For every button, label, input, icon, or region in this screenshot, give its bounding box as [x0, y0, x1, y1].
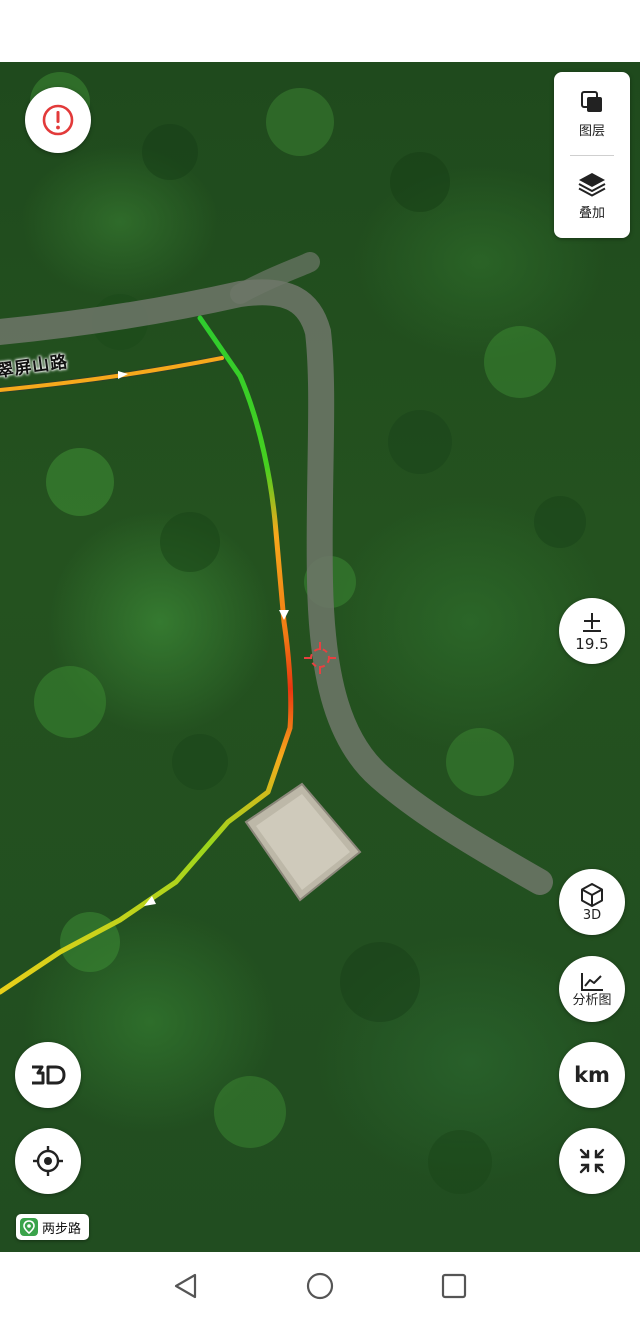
analysis-chart-button[interactable]: 分析图	[559, 956, 625, 1022]
system-nav-bar	[0, 1252, 640, 1320]
locate-button[interactable]	[15, 1128, 81, 1194]
recents-button[interactable]	[434, 1266, 474, 1306]
overlay-button[interactable]: 叠加	[554, 156, 630, 236]
zoom-level: 19.5	[575, 635, 609, 653]
collapse-button[interactable]	[559, 1128, 625, 1194]
recents-square-icon	[441, 1273, 467, 1299]
collapse-arrows-icon	[579, 1148, 605, 1174]
3d-view-button[interactable]: 3D	[559, 869, 625, 935]
layers-button[interactable]: 图层	[554, 74, 630, 154]
back-button[interactable]	[166, 1266, 206, 1306]
layers-icon	[581, 91, 602, 112]
back-triangle-icon	[174, 1273, 197, 1299]
forest-texture	[30, 72, 586, 1194]
analysis-chart-label: 分析图	[572, 992, 612, 1008]
cube-icon	[581, 882, 603, 907]
brand-label: 两步路	[42, 1221, 82, 1237]
3d-mode-icon	[32, 1065, 66, 1085]
3d-mode-button[interactable]	[15, 1042, 81, 1108]
map-canvas	[0, 72, 586, 1194]
layer-panel: 图层 叠加	[554, 72, 630, 238]
direction-arrow	[279, 610, 289, 620]
gps-track	[0, 315, 294, 995]
locate-icon	[33, 1146, 63, 1176]
stack-icon	[578, 173, 606, 197]
brand-logo-icon	[20, 1218, 38, 1236]
overlay-label: 叠加	[578, 206, 605, 221]
brand-badge[interactable]: 两步路	[16, 1214, 90, 1240]
unit-button[interactable]: km	[559, 1042, 625, 1108]
alert-icon	[42, 104, 74, 136]
zoom-in-button[interactable]: 19.5	[559, 598, 625, 664]
plus-icon	[583, 613, 601, 632]
alert-button[interactable]	[25, 87, 91, 153]
layers-label: 图层	[578, 124, 605, 139]
unit-label: km	[574, 1063, 610, 1087]
satellite-map[interactable]: 翠屏山路 图层 叠加 19.5 3D 分析图 km 两步路	[0, 62, 640, 1252]
home-circle-icon	[306, 1272, 334, 1300]
home-button[interactable]	[300, 1266, 340, 1306]
line-chart-icon	[581, 972, 603, 991]
3d-view-label: 3D	[582, 907, 602, 923]
status-bar	[0, 0, 640, 62]
